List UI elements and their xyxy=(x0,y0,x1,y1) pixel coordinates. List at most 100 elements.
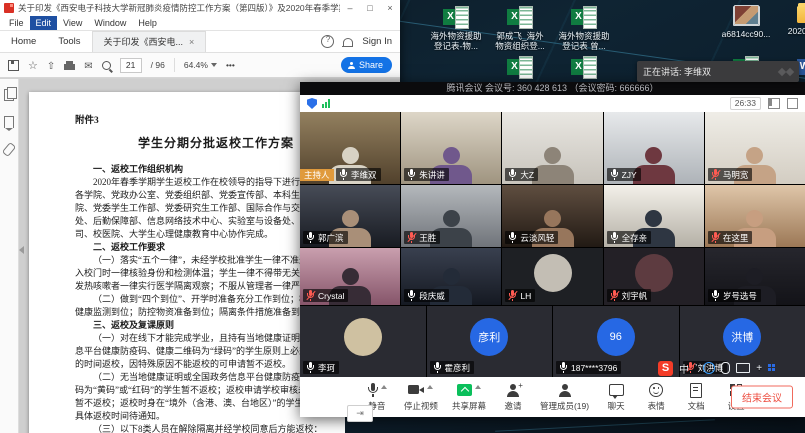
participant-name: 在这里 xyxy=(723,233,749,243)
emoji-button[interactable]: 表情 xyxy=(643,383,669,412)
tab-document-label: 关于印发《西安电... xyxy=(104,32,184,52)
close-tab-icon[interactable]: × xyxy=(189,32,194,52)
toolbar-button-label: 管理成员(19) xyxy=(540,400,589,412)
sogou-logo-icon[interactable]: S xyxy=(658,361,673,376)
panel-collapse-icon[interactable] xyxy=(19,246,24,254)
toolbar-button-label: 停止视频 xyxy=(404,400,438,412)
desktop-icon-excel[interactable]: X 海外物资援助 登记表 曾... xyxy=(556,6,612,51)
menu-item-help[interactable]: Help xyxy=(132,16,163,30)
participant-tile[interactable]: ZJY xyxy=(604,112,704,184)
participant-tile[interactable]: 刘宇帆 xyxy=(604,248,704,305)
screen-share-icon xyxy=(457,384,472,396)
participant-name: 全存亲 xyxy=(622,233,648,243)
participant-label: 霍彦利 xyxy=(430,361,475,374)
taskbar-peek-chip[interactable]: ⇥ xyxy=(347,405,373,422)
participant-label: LH xyxy=(505,289,535,302)
participant-tile[interactable]: 马明宽 xyxy=(705,112,805,184)
bookmarks-icon[interactable] xyxy=(4,116,14,128)
participant-tile[interactable]: 主持人李维双 xyxy=(300,112,400,184)
shield-icon[interactable] xyxy=(307,98,317,109)
page-number-input[interactable]: 21 xyxy=(120,58,142,73)
participant-tile[interactable]: 李珂 xyxy=(300,306,426,377)
share-button[interactable]: Share xyxy=(341,57,392,73)
desktop-icon-excel[interactable]: X xyxy=(492,56,548,81)
meeting-timer: 26:33 xyxy=(730,97,761,110)
toolbar-button-label: 邀请 xyxy=(504,400,521,412)
soft-keyboard-icon[interactable] xyxy=(736,363,750,373)
participant-tile[interactable]: 王胜 xyxy=(401,185,501,247)
members-button[interactable]: 管理成员(19) xyxy=(540,383,589,412)
desktop-icon-excel[interactable]: X郭成飞_海外 物资组织登... xyxy=(492,6,548,51)
tab-tools[interactable]: Tools xyxy=(47,32,91,52)
end-meeting-button[interactable]: 结束会议 xyxy=(731,386,793,409)
upload-icon[interactable] xyxy=(47,56,55,74)
chevron-up-icon[interactable] xyxy=(475,385,481,389)
participant-tile[interactable]: 朱讲讲 xyxy=(401,112,501,184)
participant-tile[interactable]: 在这里 xyxy=(705,185,805,247)
desktop-icon-label: 海外物资援助 登记表 曾... xyxy=(558,31,609,51)
page-thumbnails-icon[interactable] xyxy=(4,89,14,101)
ime-toolbox-icon[interactable] xyxy=(768,364,777,373)
maximize-button[interactable]: □ xyxy=(360,0,380,16)
mic-muted-icon xyxy=(306,290,315,301)
excel-file-icon: X xyxy=(571,6,597,28)
desktop-icons-row1: X海外物资援助 登记表-物...X郭成飞_海外 物资组织登... X 海外物资援助 … xyxy=(428,6,805,51)
avatar: 彦利 xyxy=(470,318,508,356)
doc-button[interactable]: 文档 xyxy=(683,383,709,412)
participant-tile[interactable]: 全存亲 xyxy=(604,185,704,247)
desktop-icon-folder[interactable]: 2020寒假工 作 xyxy=(782,6,805,51)
help-icon[interactable] xyxy=(321,35,334,48)
mic-icon xyxy=(711,290,720,301)
share-button[interactable]: 共享屏幕 xyxy=(452,383,486,412)
ime-punctuation[interactable]: ’ xyxy=(695,363,697,374)
participant-tile[interactable]: 彦利霍彦利 xyxy=(427,306,553,377)
desktop-icon-image[interactable]: a6814cc90... xyxy=(718,6,774,51)
mic-icon xyxy=(433,362,442,373)
mic-icon xyxy=(559,362,568,373)
participant-name: 李珂 xyxy=(318,363,335,373)
participant-tile[interactable]: 大Z xyxy=(502,112,602,184)
fullscreen-icon[interactable] xyxy=(787,98,798,109)
participant-tile[interactable]: 郭广滨 xyxy=(300,185,400,247)
chevron-up-icon[interactable] xyxy=(381,385,387,389)
chevron-up-icon[interactable] xyxy=(427,385,433,389)
menu-item-view[interactable]: View xyxy=(57,16,88,30)
participant-tile[interactable]: 岁号选号 xyxy=(705,248,805,305)
host-badge: 主持人 xyxy=(300,169,334,181)
close-button[interactable]: × xyxy=(380,0,400,16)
attachments-icon[interactable] xyxy=(2,142,16,157)
layout-view-icon[interactable] xyxy=(768,98,780,109)
menu-item-window[interactable]: Window xyxy=(88,16,132,30)
ime-mode-chinese[interactable]: 中 xyxy=(679,361,689,376)
ime-add[interactable]: + xyxy=(756,363,762,374)
print-icon[interactable] xyxy=(64,64,75,70)
globe-icon[interactable] xyxy=(703,362,715,374)
save-icon[interactable] xyxy=(8,60,19,71)
desktop-icon-excel[interactable]: X xyxy=(556,56,612,81)
participant-tile[interactable]: LH xyxy=(502,248,602,305)
invite-button[interactable]: +邀请 xyxy=(500,383,526,412)
voice-input-icon[interactable] xyxy=(721,362,730,374)
desktop-icon-label: 郭成飞_海外 物资组织登... xyxy=(495,31,545,51)
desktop-icon-excel[interactable]: X海外物资援助 登记表-物... xyxy=(428,6,484,51)
tab-document[interactable]: 关于印发《西安电... × xyxy=(92,31,207,52)
zoom-dropdown[interactable]: 64.4% xyxy=(184,60,217,70)
chat-button[interactable]: 聊天 xyxy=(603,383,629,412)
camera-button[interactable]: 停止视频 xyxy=(404,383,438,412)
minimize-button[interactable]: – xyxy=(340,0,360,16)
star-icon[interactable] xyxy=(28,56,38,74)
page-total: / 96 xyxy=(151,60,165,70)
more-tools-button[interactable]: ••• xyxy=(226,60,235,70)
sign-in-button[interactable]: Sign In xyxy=(362,36,392,47)
pdf-toolbar: 21 / 96 64.4% ••• Share xyxy=(0,53,400,78)
menu-item-file[interactable]: File xyxy=(3,16,30,30)
mic-icon xyxy=(367,383,378,397)
participant-tile[interactable]: Crystal xyxy=(300,248,400,305)
participant-tile[interactable]: 段庆威 xyxy=(401,248,501,305)
menu-item-edit[interactable]: Edit xyxy=(30,16,58,30)
bell-icon[interactable] xyxy=(343,38,353,47)
tab-home[interactable]: Home xyxy=(0,32,47,52)
email-icon[interactable] xyxy=(84,56,92,74)
participant-tile[interactable]: 云淡风轻 xyxy=(502,185,602,247)
search-icon[interactable] xyxy=(102,61,111,70)
